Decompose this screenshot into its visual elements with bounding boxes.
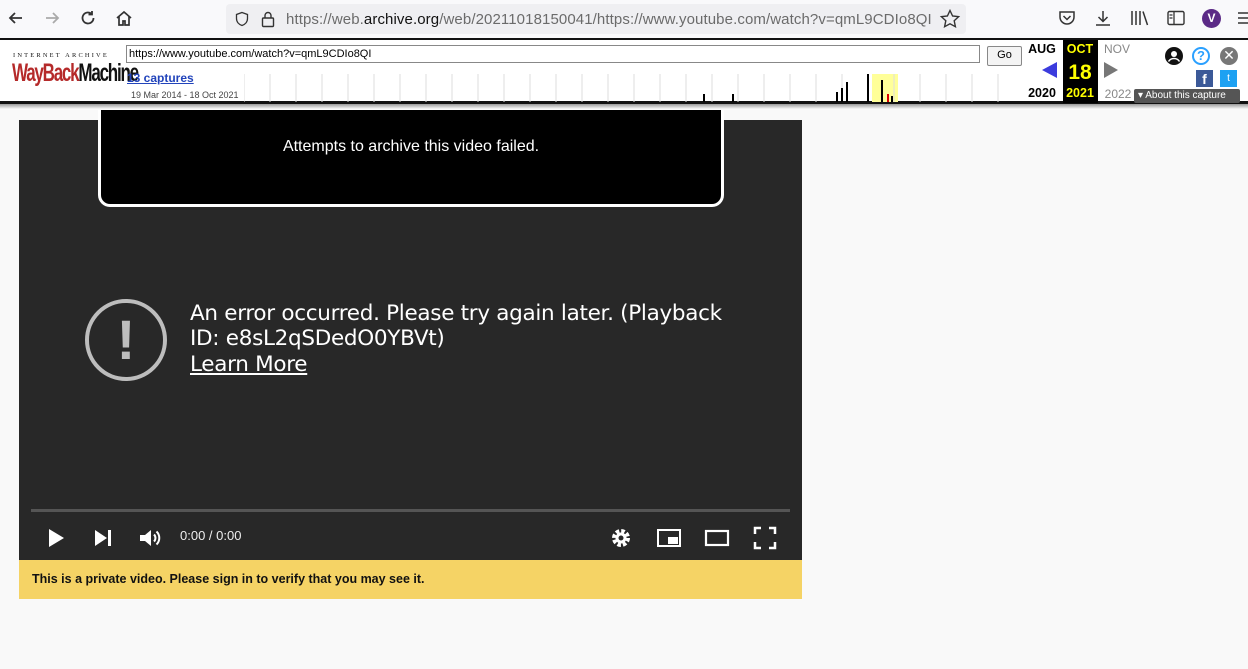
- captures-link[interactable]: 13 captures: [127, 71, 194, 85]
- current-month: OCT: [1066, 42, 1094, 56]
- address-bar[interactable]: https://web.archive.org/web/202110181500…: [226, 4, 966, 34]
- capture-sparkline[interactable]: [244, 74, 1020, 102]
- library-icon[interactable]: [1130, 9, 1150, 32]
- wayback-logo-caption: INTERNET ARCHIVE: [13, 52, 109, 59]
- error-message: An error occurred. Please try again late…: [190, 301, 722, 351]
- next-capture-arrow-icon: [1104, 62, 1118, 78]
- download-icon[interactable]: [1094, 9, 1112, 32]
- video-player[interactable]: Attempts to archive this video failed. !…: [19, 110, 802, 560]
- user-icon[interactable]: [1165, 47, 1183, 65]
- prev-year-link[interactable]: 2020: [1022, 86, 1062, 100]
- about-capture-label: About this capture: [1145, 90, 1226, 101]
- facebook-icon[interactable]: f: [1196, 70, 1213, 87]
- learn-more-link[interactable]: Learn More: [190, 352, 308, 377]
- volume-icon[interactable]: [134, 522, 166, 554]
- miniplayer-icon[interactable]: [653, 522, 685, 554]
- wayback-logo[interactable]: WayBackMachine: [12, 59, 139, 88]
- bookmark-star-icon[interactable]: [939, 8, 961, 35]
- url-host: archive.org: [363, 11, 440, 28]
- lock-icon[interactable]: [260, 10, 276, 33]
- home-icon[interactable]: [113, 7, 135, 29]
- settings-icon[interactable]: [605, 522, 637, 554]
- reload-icon[interactable]: [77, 7, 99, 29]
- wayback-toolbar: INTERNET ARCHIVE WayBackMachine Go 13 ca…: [0, 38, 1248, 104]
- shield-icon[interactable]: [234, 11, 250, 32]
- error-icon: !: [85, 299, 167, 381]
- progress-bar[interactable]: [31, 509, 790, 512]
- go-button[interactable]: Go: [987, 46, 1022, 66]
- time-display: 0:00 / 0:00: [180, 528, 242, 543]
- menu-icon[interactable]: [1238, 10, 1248, 31]
- capture-date-range: 19 Mar 2014 - 18 Oct 2021: [131, 90, 239, 100]
- url-prefix: https://web.: [286, 11, 364, 28]
- archive-fail-banner: Attempts to archive this video failed.: [98, 110, 724, 207]
- next-month-label: NOV: [1103, 42, 1130, 56]
- private-video-notice: This is a private video. Please sign in …: [19, 560, 802, 599]
- toolbar-shadow: [0, 104, 1248, 109]
- private-video-text: This is a private video. Please sign in …: [32, 572, 425, 586]
- close-icon[interactable]: ✕: [1220, 47, 1238, 65]
- profile-avatar[interactable]: V: [1202, 9, 1221, 28]
- about-capture-button[interactable]: ▾ About this capture: [1134, 89, 1240, 103]
- help-icon[interactable]: ?: [1192, 47, 1210, 65]
- sidebar-icon[interactable]: [1167, 10, 1185, 31]
- theater-mode-icon[interactable]: [701, 522, 733, 554]
- url-path: /web/20211018150041/https://www.youtube.…: [439, 11, 932, 28]
- archive-fail-message: Attempts to archive this video failed.: [282, 138, 540, 155]
- twitter-icon[interactable]: t: [1220, 70, 1237, 87]
- browser-toolbar: https://web.archive.org/web/202110181500…: [0, 0, 1248, 38]
- play-icon[interactable]: [39, 522, 71, 554]
- fullscreen-icon[interactable]: [749, 522, 781, 554]
- prev-month-link[interactable]: AUG: [1022, 42, 1062, 56]
- back-icon[interactable]: [5, 7, 27, 29]
- pocket-icon[interactable]: [1058, 9, 1076, 32]
- next-year-label: 2022: [1104, 87, 1132, 101]
- wayback-logo-red: WayBack: [12, 59, 80, 87]
- wayback-url-input[interactable]: [126, 45, 980, 63]
- forward-icon[interactable]: [41, 7, 63, 29]
- url-text[interactable]: https://web.archive.org/web/202110181500…: [286, 11, 932, 28]
- current-day: 18: [1068, 61, 1092, 84]
- next-icon[interactable]: [87, 522, 119, 554]
- prev-capture-arrow-icon[interactable]: [1042, 62, 1057, 78]
- current-year: 2021: [1066, 86, 1094, 100]
